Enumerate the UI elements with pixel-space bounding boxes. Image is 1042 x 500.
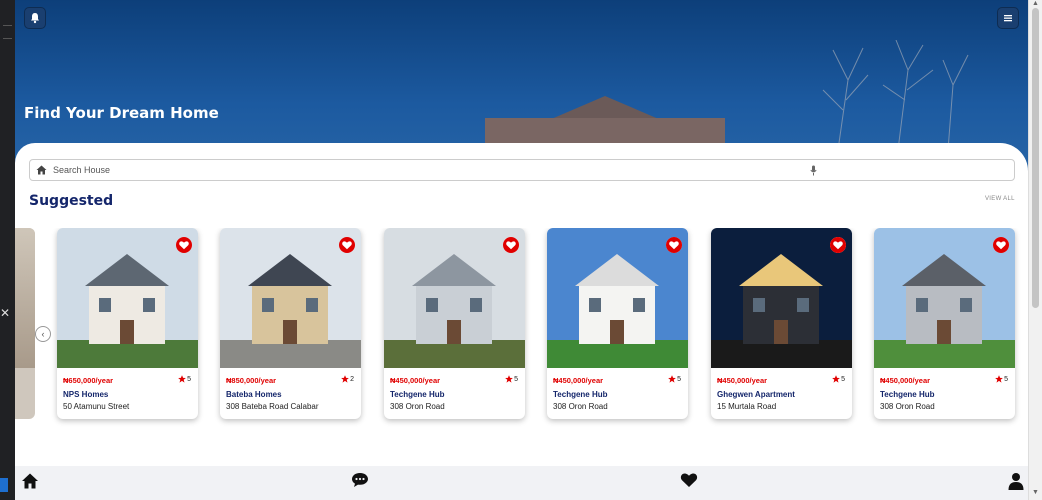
heart-icon[interactable] xyxy=(680,472,698,488)
taskbar-fragment xyxy=(0,478,8,492)
listing-name[interactable]: Bateba Homes xyxy=(226,390,282,399)
scroll-up-icon[interactable]: ▲ xyxy=(1032,0,1039,7)
rating-value: 5 xyxy=(514,375,518,383)
listing-name[interactable]: Ghegwen Apartment xyxy=(717,390,795,399)
scroll-down-icon[interactable]: ▼ xyxy=(1032,489,1039,496)
favorite-button[interactable] xyxy=(176,237,192,253)
rating-value: 2 xyxy=(350,375,354,383)
listing-price: ₦450,000/year xyxy=(553,376,604,385)
listing-name[interactable]: Techgene Hub xyxy=(880,390,935,399)
star-icon xyxy=(995,375,1003,383)
star-icon xyxy=(668,375,676,383)
listing-card-partial[interactable] xyxy=(15,228,35,419)
listing-price: ₦850,000/year xyxy=(226,376,277,385)
listing-name[interactable]: NPS Homes xyxy=(63,390,108,399)
bottom-navigation xyxy=(15,466,1028,500)
listing-rating: 5 xyxy=(178,375,191,383)
heart-icon xyxy=(993,237,1009,253)
listing-card[interactable]: ₦450,000/year 5 Ghegwen Apartment 15 Mur… xyxy=(711,228,852,419)
listing-carousel: ₦650,000/year 5 NPS Homes 50 Atamunu Str… xyxy=(15,228,1028,428)
listing-card[interactable]: ₦450,000/year 5 Techgene Hub 308 Oron Ro… xyxy=(874,228,1015,419)
scrollbar-thumb[interactable] xyxy=(1032,8,1039,308)
listing-rating: 2 xyxy=(341,375,354,383)
listing-name[interactable]: Techgene Hub xyxy=(390,390,445,399)
star-icon xyxy=(178,375,186,383)
listing-rating: 5 xyxy=(668,375,681,383)
chat-icon[interactable] xyxy=(351,472,369,488)
listing-address: 308 Oron Road xyxy=(553,402,608,411)
rating-value: 5 xyxy=(841,375,845,383)
listing-rating: 5 xyxy=(832,375,845,383)
star-icon xyxy=(832,375,840,383)
listing-address: 50 Atamunu Street xyxy=(63,402,130,411)
host-window-edge: ✕ xyxy=(0,0,15,500)
listing-name[interactable]: Techgene Hub xyxy=(553,390,608,399)
listing-card[interactable]: ₦650,000/year 5 NPS Homes 50 Atamunu Str… xyxy=(57,228,198,419)
page-scrollbar[interactable]: ▲ ▼ xyxy=(1028,0,1042,500)
page-title: Find Your Dream Home xyxy=(24,104,219,122)
app-viewport: Find Your Dream Home Search House Sugges… xyxy=(15,0,1028,500)
search-placeholder: Search House xyxy=(53,165,111,175)
favorite-button[interactable] xyxy=(503,237,519,253)
favorite-button[interactable] xyxy=(339,237,355,253)
listing-card[interactable]: ₦850,000/year 2 Bateba Homes 308 Bateba … xyxy=(220,228,361,419)
heart-icon xyxy=(666,237,682,253)
home-icon xyxy=(36,165,47,175)
listing-price: ₦450,000/year xyxy=(390,376,441,385)
star-icon xyxy=(505,375,513,383)
heart-icon xyxy=(176,237,192,253)
user-icon[interactable] xyxy=(1008,472,1024,490)
rating-value: 5 xyxy=(677,375,681,383)
bell-icon xyxy=(31,13,39,24)
trees-illustration xyxy=(822,40,969,150)
mic-icon[interactable] xyxy=(810,165,817,176)
favorite-button[interactable] xyxy=(666,237,682,253)
heart-icon xyxy=(503,237,519,253)
menu-icon xyxy=(1004,15,1012,22)
home-icon[interactable] xyxy=(21,472,39,490)
favorite-button[interactable] xyxy=(830,237,846,253)
listing-address: 308 Oron Road xyxy=(880,402,935,411)
rating-value: 5 xyxy=(1004,375,1008,383)
listing-address: 308 Bateba Road Calabar xyxy=(226,402,319,411)
listing-card[interactable]: ₦450,000/year 5 Techgene Hub 308 Oron Ro… xyxy=(384,228,525,419)
favorite-button[interactable] xyxy=(993,237,1009,253)
listing-rating: 5 xyxy=(995,375,1008,383)
listing-price: ₦450,000/year xyxy=(880,376,931,385)
listing-price: ₦450,000/year xyxy=(717,376,768,385)
search-input[interactable]: Search House xyxy=(29,159,1015,181)
menu-button[interactable] xyxy=(997,7,1019,29)
rating-value: 5 xyxy=(187,375,191,383)
section-title: Suggested xyxy=(29,193,114,209)
view-all-link[interactable]: VIEW ALL xyxy=(985,196,1015,202)
content-sheet: Search House Suggested VIEW ALL ₦650,000… xyxy=(15,143,1028,473)
listing-card[interactable]: ₦450,000/year 5 Techgene Hub 308 Oron Ro… xyxy=(547,228,688,419)
listing-address: 308 Oron Road xyxy=(390,402,445,411)
carousel-previous-button[interactable]: ‹ xyxy=(35,326,51,342)
close-icon[interactable]: ✕ xyxy=(0,306,10,320)
listing-address: 15 Murtala Road xyxy=(717,402,777,411)
listing-rating: 5 xyxy=(505,375,518,383)
star-icon xyxy=(341,375,349,383)
notifications-button[interactable] xyxy=(24,7,46,29)
listing-price: ₦650,000/year xyxy=(63,376,114,385)
chevron-left-icon: ‹ xyxy=(41,329,45,339)
heart-icon xyxy=(830,237,846,253)
heart-icon xyxy=(339,237,355,253)
